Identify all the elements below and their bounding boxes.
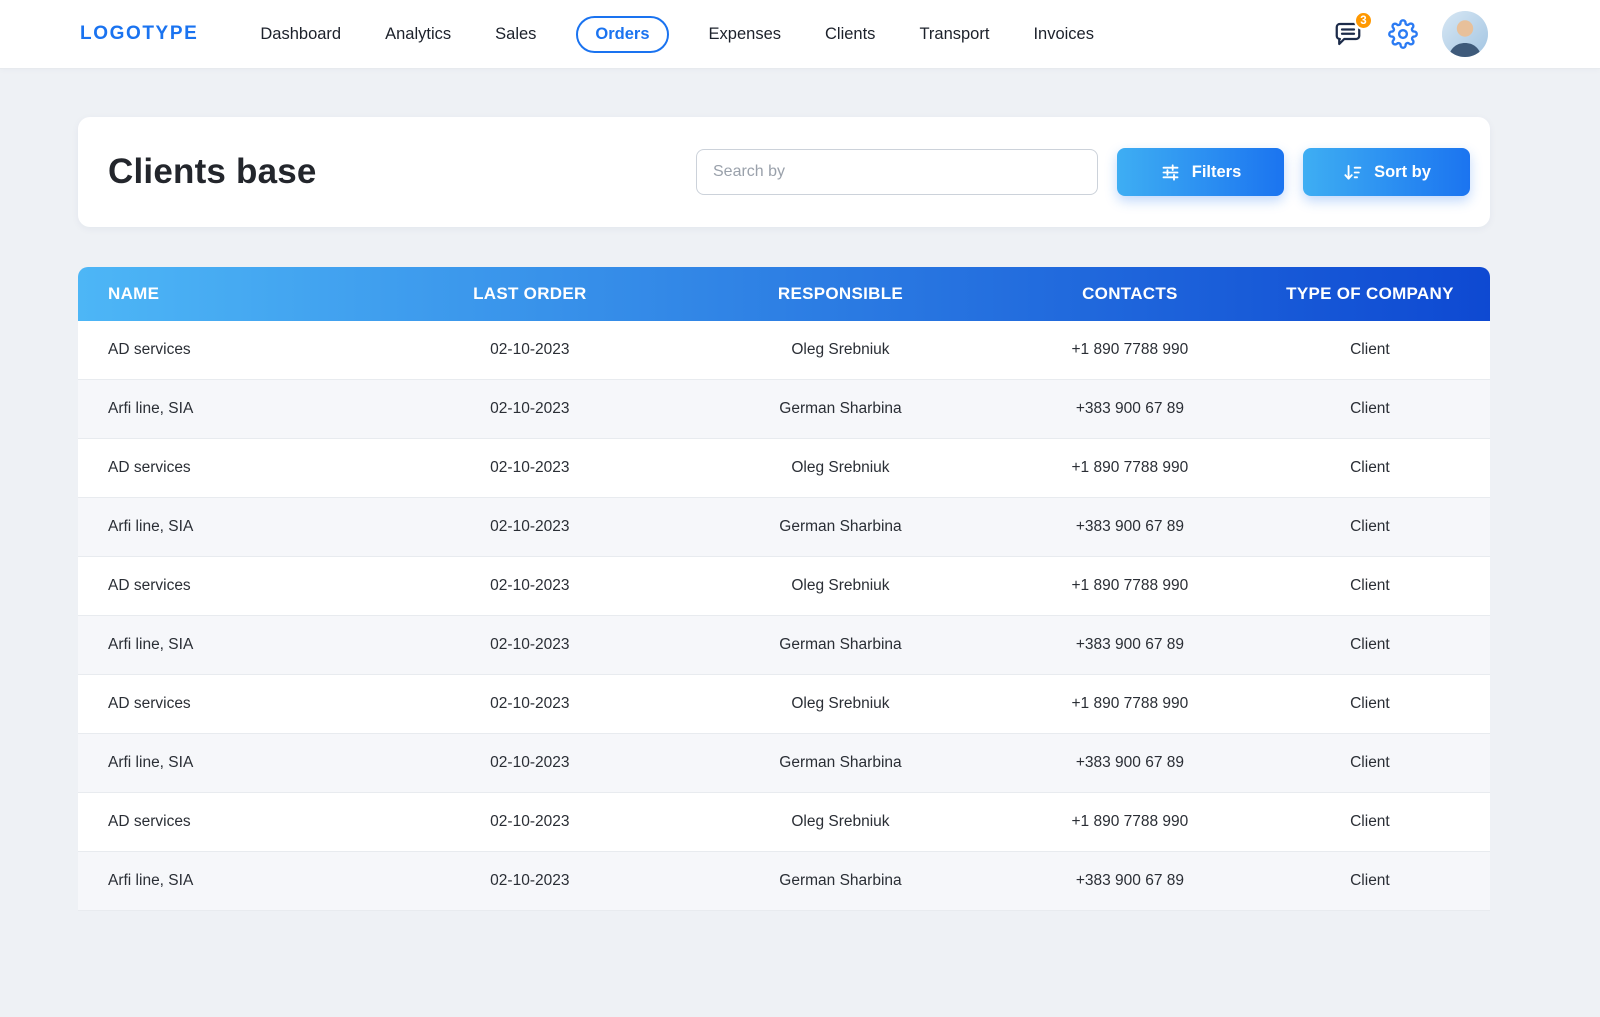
table-row[interactable]: Arfi line, SIA 02-10-2023 German Sharbin…	[78, 616, 1490, 675]
main-content: Clients base Filters Sort by	[0, 68, 1600, 971]
cell-contacts: +383 900 67 89	[1075, 872, 1184, 889]
cell-last-order: 02-10-2023	[490, 872, 570, 889]
cell-type-of-company: Client	[1350, 341, 1390, 358]
cell-contacts: +383 900 67 89	[1075, 636, 1184, 653]
page-header-card: Clients base Filters Sort by	[78, 117, 1490, 227]
cell-type-of-company: Client	[1350, 577, 1390, 594]
cell-last-order: 02-10-2023	[490, 813, 570, 830]
cell-responsible: German Sharbina	[779, 518, 902, 535]
cell-type-of-company: Client	[1350, 636, 1390, 653]
cell-name: Arfi line, SIA	[108, 636, 194, 653]
messages-button[interactable]: 3	[1332, 11, 1373, 50]
table-row[interactable]: AD services 02-10-2023 Oleg Srebniuk +1 …	[78, 793, 1490, 852]
cell-last-order: 02-10-2023	[490, 459, 570, 476]
cell-type-of-company: Client	[1350, 400, 1390, 417]
cell-name: Arfi line, SIA	[108, 400, 194, 417]
cell-responsible: German Sharbina	[779, 872, 902, 889]
cell-type-of-company: Client	[1350, 518, 1390, 535]
nav-item[interactable]: Sales	[491, 15, 540, 54]
cell-type-of-company: Client	[1350, 754, 1390, 771]
cell-responsible: Oleg Srebniuk	[791, 695, 890, 712]
column-header: NAME	[108, 284, 160, 303]
column-header: RESPONSIBLE	[777, 284, 904, 303]
nav-item[interactable]: Clients	[821, 15, 879, 54]
table-row[interactable]: Arfi line, SIA 02-10-2023 German Sharbin…	[78, 380, 1490, 439]
cell-contacts: +1 890 7788 990	[1071, 577, 1189, 594]
topbar-actions: 3	[1332, 11, 1488, 57]
main-nav: Dashboard Analytics Sales Orders Expense…	[256, 15, 1098, 54]
cell-last-order: 02-10-2023	[490, 636, 570, 653]
notification-badge: 3	[1354, 11, 1373, 30]
cell-last-order: 02-10-2023	[490, 695, 570, 712]
cell-name: Arfi line, SIA	[108, 754, 194, 771]
filters-button-label: Filters	[1191, 162, 1242, 181]
nav-item[interactable]: Transport	[915, 15, 993, 54]
table-row[interactable]: AD services 02-10-2023 Oleg Srebniuk +1 …	[78, 675, 1490, 734]
cell-contacts: +1 890 7788 990	[1071, 459, 1189, 476]
page-title: Clients base	[108, 152, 317, 191]
sort-by-button-label: Sort by	[1374, 162, 1431, 181]
cell-name: AD services	[108, 695, 191, 712]
table-row[interactable]: Arfi line, SIA 02-10-2023 German Sharbin…	[78, 498, 1490, 557]
filters-icon	[1162, 163, 1179, 181]
nav-item[interactable]: Analytics	[381, 15, 455, 54]
cell-last-order: 02-10-2023	[490, 518, 570, 535]
cell-last-order: 02-10-2023	[490, 341, 570, 358]
cell-responsible: German Sharbina	[779, 754, 902, 771]
cell-type-of-company: Client	[1350, 872, 1390, 889]
cell-contacts: +1 890 7788 990	[1071, 695, 1189, 712]
sort-icon	[1344, 164, 1362, 180]
search-input[interactable]	[696, 149, 1098, 195]
table-row[interactable]: AD services 02-10-2023 Oleg Srebniuk +1 …	[78, 439, 1490, 498]
cell-name: AD services	[108, 577, 191, 594]
avatar[interactable]	[1442, 11, 1488, 57]
settings-button[interactable]	[1387, 18, 1419, 50]
nav-item[interactable]: Invoices	[1029, 15, 1098, 54]
user-photo-icon	[1442, 11, 1488, 57]
cell-type-of-company: Client	[1350, 695, 1390, 712]
column-header: TYPE OF COMPANY	[1286, 284, 1454, 303]
cell-last-order: 02-10-2023	[490, 400, 570, 417]
cell-responsible: German Sharbina	[779, 400, 902, 417]
cell-type-of-company: Client	[1350, 813, 1390, 830]
cell-name: Arfi line, SIA	[108, 518, 194, 535]
filters-button[interactable]: Filters	[1117, 148, 1284, 196]
table-row[interactable]: Arfi line, SIA 02-10-2023 German Sharbin…	[78, 852, 1490, 911]
nav-item[interactable]: Orders	[576, 15, 669, 53]
column-header: CONTACTS	[1082, 284, 1178, 303]
table-row[interactable]: AD services 02-10-2023 Oleg Srebniuk +1 …	[78, 321, 1490, 380]
table-row[interactable]: Arfi line, SIA 02-10-2023 German Sharbin…	[78, 734, 1490, 793]
cell-name: AD services	[108, 813, 191, 830]
cell-last-order: 02-10-2023	[490, 577, 570, 594]
cell-name: AD services	[108, 459, 191, 476]
cell-contacts: +1 890 7788 990	[1071, 813, 1189, 830]
table-row[interactable]: AD services 02-10-2023 Oleg Srebniuk +1 …	[78, 557, 1490, 616]
topbar: LOGOTYPE Dashboard Analytics Sales Order…	[0, 0, 1600, 68]
cell-responsible: German Sharbina	[779, 636, 902, 653]
cell-name: Arfi line, SIA	[108, 872, 194, 889]
cell-contacts: +383 900 67 89	[1075, 518, 1184, 535]
column-header: LAST ORDER	[473, 284, 587, 303]
cell-contacts: +383 900 67 89	[1075, 754, 1184, 771]
cell-responsible: Oleg Srebniuk	[791, 577, 890, 594]
sort-by-button[interactable]: Sort by	[1303, 148, 1470, 196]
cell-contacts: +1 890 7788 990	[1071, 341, 1189, 358]
cell-contacts: +383 900 67 89	[1075, 400, 1184, 417]
gear-icon	[1388, 19, 1418, 49]
clients-table: NAME LAST ORDER RESPONSIBLE CONTACTS TYP…	[78, 267, 1490, 911]
table-body: AD services 02-10-2023 Oleg Srebniuk +1 …	[78, 321, 1490, 911]
cell-responsible: Oleg Srebniuk	[791, 341, 890, 358]
nav-item[interactable]: Dashboard	[256, 15, 345, 54]
cell-responsible: Oleg Srebniuk	[791, 813, 890, 830]
cell-responsible: Oleg Srebniuk	[791, 459, 890, 476]
table-header-row: NAME LAST ORDER RESPONSIBLE CONTACTS TYP…	[78, 267, 1490, 321]
cell-type-of-company: Client	[1350, 459, 1390, 476]
nav-item[interactable]: Expenses	[705, 15, 785, 54]
cell-last-order: 02-10-2023	[490, 754, 570, 771]
brand-logo[interactable]: LOGOTYPE	[80, 23, 198, 45]
cell-name: AD services	[108, 341, 191, 358]
